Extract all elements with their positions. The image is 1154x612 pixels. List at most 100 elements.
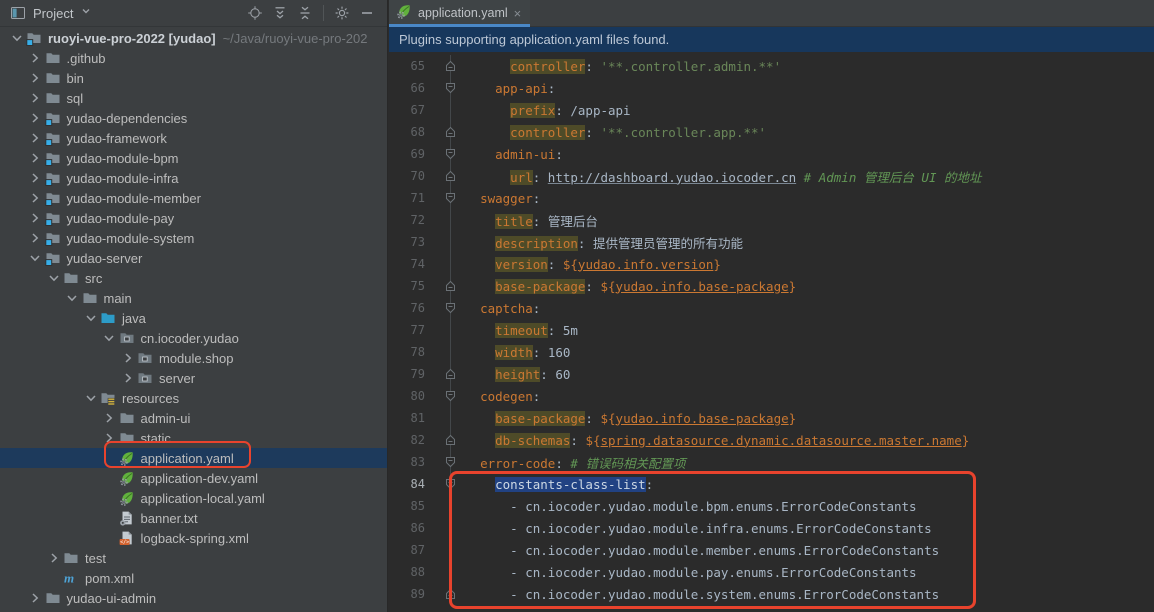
- code-line-74[interactable]: 74 version: ${yudao.info.version}: [389, 253, 1154, 275]
- code-line-75[interactable]: 75 base-package: ${yudao.info.base-packa…: [389, 275, 1154, 297]
- locate-file-icon[interactable]: [245, 3, 265, 23]
- tree-chevron-expanded-icon[interactable]: [82, 311, 99, 325]
- tree-chevron-collapsed-icon[interactable]: [27, 131, 44, 145]
- code-line-85[interactable]: 85 - cn.iocoder.yudao.module.bpm.enums.E…: [389, 495, 1154, 517]
- tree-item-application-dev.yaml[interactable]: application-dev.yaml: [0, 468, 387, 488]
- tree-chevron-collapsed-icon[interactable]: [45, 551, 62, 565]
- fold-marker-up-icon[interactable]: [425, 275, 465, 297]
- code-line-68[interactable]: 68 controller: '**.controller.app.**': [389, 121, 1154, 143]
- tree-chevron-expanded-icon[interactable]: [82, 391, 99, 405]
- tree-item-application.yaml[interactable]: application.yaml: [0, 448, 387, 468]
- fold-marker-down-icon[interactable]: [425, 297, 465, 319]
- fold-marker-up-icon[interactable]: [425, 55, 465, 77]
- collapse-all-icon[interactable]: [295, 3, 315, 23]
- code-line-70[interactable]: 70 url: http://dashboard.yudao.iocoder.c…: [389, 165, 1154, 187]
- tree-item-banner.txt[interactable]: banner.txt: [0, 508, 387, 528]
- tree-item-sql[interactable]: sql: [0, 88, 387, 108]
- tree-item-src[interactable]: src: [0, 268, 387, 288]
- tree-chevron-collapsed-icon[interactable]: [27, 231, 44, 245]
- tree-item-logback-spring.xml[interactable]: </>logback-spring.xml: [0, 528, 387, 548]
- tree-item-bin[interactable]: bin: [0, 68, 387, 88]
- tree-chevron-expanded-icon[interactable]: [27, 251, 44, 265]
- tree-chevron-collapsed-icon[interactable]: [27, 211, 44, 225]
- tree-item-resources[interactable]: resources: [0, 388, 387, 408]
- tree-chevron-collapsed-icon[interactable]: [27, 191, 44, 205]
- tree-item-server[interactable]: server: [0, 368, 387, 388]
- code-line-73[interactable]: 73 description: 提供管理员管理的所有功能: [389, 231, 1154, 253]
- code-line-87[interactable]: 87 - cn.iocoder.yudao.module.member.enum…: [389, 539, 1154, 561]
- tree-chevron-collapsed-icon[interactable]: [101, 411, 118, 425]
- fold-marker-up-icon[interactable]: [425, 165, 465, 187]
- fold-marker-down-icon[interactable]: [425, 143, 465, 165]
- tree-item-partial[interactable]: [0, 608, 387, 612]
- tree-item-static[interactable]: static: [0, 428, 387, 448]
- tree-chevron-collapsed-icon[interactable]: [27, 91, 44, 105]
- tree-chevron-expanded-icon[interactable]: [101, 331, 118, 345]
- tree-item-admin-ui[interactable]: admin-ui: [0, 408, 387, 428]
- code-line-65[interactable]: 65 controller: '**.controller.admin.**': [389, 55, 1154, 77]
- tree-item-cn.iocoder.yudao[interactable]: cn.iocoder.yudao: [0, 328, 387, 348]
- fold-marker-down-icon[interactable]: [425, 385, 465, 407]
- settings-gear-icon[interactable]: [332, 3, 352, 23]
- fold-marker-up-icon[interactable]: [425, 121, 465, 143]
- code-line-78[interactable]: 78 width: 160: [389, 341, 1154, 363]
- code-line-82[interactable]: 82 db-schemas: ${spring.datasource.dynam…: [389, 429, 1154, 451]
- fold-marker-up-icon[interactable]: [425, 583, 465, 605]
- tree-item-yudao-dependencies[interactable]: yudao-dependencies: [0, 108, 387, 128]
- tree-item-java[interactable]: java: [0, 308, 387, 328]
- code-line-72[interactable]: 72 title: 管理后台: [389, 209, 1154, 231]
- tree-chevron-collapsed-icon[interactable]: [27, 111, 44, 125]
- tree-chevron-expanded-icon[interactable]: [64, 291, 81, 305]
- tree-item-application-local.yaml[interactable]: application-local.yaml: [0, 488, 387, 508]
- expand-all-icon[interactable]: [270, 3, 290, 23]
- fold-marker-up-icon[interactable]: [425, 429, 465, 451]
- tree-chevron-collapsed-icon[interactable]: [27, 171, 44, 185]
- code-line-88[interactable]: 88 - cn.iocoder.yudao.module.pay.enums.E…: [389, 561, 1154, 583]
- tree-item-yudao-ui-admin[interactable]: yudao-ui-admin: [0, 588, 387, 608]
- tree-item-yudao-server[interactable]: yudao-server: [0, 248, 387, 268]
- tree-chevron-collapsed-icon[interactable]: [119, 371, 136, 385]
- tree-item-module.shop[interactable]: module.shop: [0, 348, 387, 368]
- tree-chevron-collapsed-icon[interactable]: [27, 591, 44, 605]
- tree-item-yudao-module-system[interactable]: yudao-module-system: [0, 228, 387, 248]
- code-line-81[interactable]: 81 base-package: ${yudao.info.base-packa…: [389, 407, 1154, 429]
- tree-chevron-collapsed-icon[interactable]: [119, 351, 136, 365]
- fold-marker-down-icon[interactable]: [425, 451, 465, 473]
- code-line-83[interactable]: 83 error-code: # 错误码相关配置项: [389, 451, 1154, 473]
- code-line-76[interactable]: 76 captcha:: [389, 297, 1154, 319]
- code-line-67[interactable]: 67 prefix: /app-api: [389, 99, 1154, 121]
- tree-item-yudao-module-pay[interactable]: yudao-module-pay: [0, 208, 387, 228]
- tree-chevron-collapsed-icon[interactable]: [27, 151, 44, 165]
- code-line-79[interactable]: 79 height: 60: [389, 363, 1154, 385]
- tree-chevron-expanded-icon[interactable]: [8, 31, 25, 45]
- tree-chevron-collapsed-icon[interactable]: [101, 431, 118, 445]
- fold-marker-down-icon[interactable]: [425, 473, 465, 495]
- tree-chevron-expanded-icon[interactable]: [45, 271, 62, 285]
- tree-item-pom.xml[interactable]: mpom.xml: [0, 568, 387, 588]
- tree-item-test[interactable]: test: [0, 548, 387, 568]
- tree-item-.github[interactable]: .github: [0, 48, 387, 68]
- tree-item-yudao-module-infra[interactable]: yudao-module-infra: [0, 168, 387, 188]
- tree-item-yudao-framework[interactable]: yudao-framework: [0, 128, 387, 148]
- code-line-86[interactable]: 86 - cn.iocoder.yudao.module.infra.enums…: [389, 517, 1154, 539]
- code-line-69[interactable]: 69 admin-ui:: [389, 143, 1154, 165]
- code-line-66[interactable]: 66 app-api:: [389, 77, 1154, 99]
- tree-chevron-collapsed-icon[interactable]: [27, 51, 44, 65]
- fold-marker-down-icon[interactable]: [425, 187, 465, 209]
- chevron-down-icon[interactable]: [80, 4, 92, 22]
- fold-marker-up-icon[interactable]: [425, 363, 465, 385]
- code-line-71[interactable]: 71 swagger:: [389, 187, 1154, 209]
- close-tab-icon[interactable]: ×: [514, 7, 522, 20]
- tree-chevron-collapsed-icon[interactable]: [27, 71, 44, 85]
- code-line-84[interactable]: 84 constants-class-list:: [389, 473, 1154, 495]
- code-editor[interactable]: 65 controller: '**.controller.admin.**'6…: [389, 52, 1154, 612]
- code-line-77[interactable]: 77 timeout: 5m: [389, 319, 1154, 341]
- tree-item-yudao-module-member[interactable]: yudao-module-member: [0, 188, 387, 208]
- tab-application-yaml[interactable]: application.yaml ×: [389, 0, 530, 26]
- code-line-89[interactable]: 89 - cn.iocoder.yudao.module.system.enum…: [389, 583, 1154, 605]
- fold-marker-down-icon[interactable]: [425, 77, 465, 99]
- tree-item-ruoyi-vue-pro-2022 [yudao][interactable]: ruoyi-vue-pro-2022 [yudao]~/Java/ruoyi-v…: [0, 28, 387, 48]
- tree-item-main[interactable]: main: [0, 288, 387, 308]
- hide-panel-icon[interactable]: [357, 3, 377, 23]
- code-line-80[interactable]: 80 codegen:: [389, 385, 1154, 407]
